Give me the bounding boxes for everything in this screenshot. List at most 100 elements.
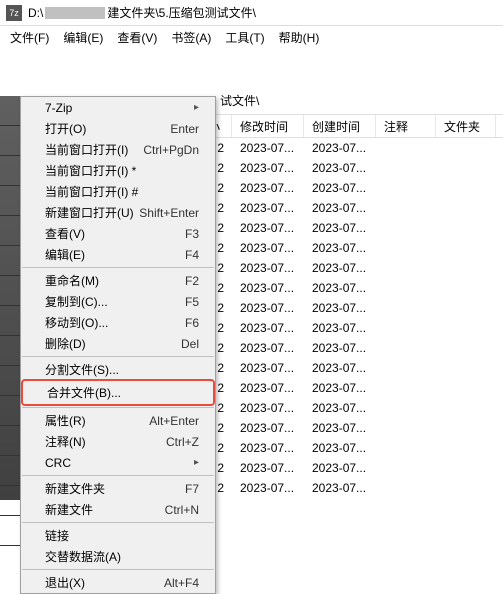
strip-cell xyxy=(0,96,20,126)
strip-cell xyxy=(0,246,20,276)
cell-created: 2023-07... xyxy=(304,301,376,315)
menu-item[interactable]: CRC xyxy=(21,452,215,473)
menu-item-shortcut: F5 xyxy=(185,295,199,309)
menu-item[interactable]: 新建文件Ctrl+N xyxy=(21,499,215,520)
menu-item-shortcut: Del xyxy=(181,337,199,351)
menu-item[interactable]: 退出(X) Alt+F4 xyxy=(21,572,215,593)
table-row[interactable]: 22023-07...2023-07... xyxy=(188,398,503,418)
table-row[interactable]: 22023-07...2023-07... xyxy=(188,458,503,478)
cell-modified: 2023-07... xyxy=(232,421,304,435)
menu-item[interactable]: 打开(O) Enter xyxy=(21,118,215,139)
cell-created: 2023-07... xyxy=(304,381,376,395)
redacted-segment xyxy=(45,7,105,19)
table-row[interactable]: 22023-07...2023-07... xyxy=(188,338,503,358)
table-row[interactable]: 22023-07...2023-07... xyxy=(188,418,503,438)
menu-item-label: 注释(N) xyxy=(45,433,86,450)
menu-item-label: 退出(X) xyxy=(45,574,85,591)
cell-modified: 2023-07... xyxy=(232,141,304,155)
cell-modified: 2023-07... xyxy=(232,361,304,375)
table-row[interactable]: 22023-07...2023-07... xyxy=(188,438,503,458)
menu-item-shortcut: F4 xyxy=(185,248,199,262)
strip-cell xyxy=(0,186,20,216)
strip-cell xyxy=(0,516,20,546)
table-row[interactable]: 22023-07...2023-07... xyxy=(188,258,503,278)
menu-item[interactable]: 交替数据流(A) xyxy=(21,546,215,567)
strip-cell xyxy=(0,366,20,396)
menu-item[interactable]: 编辑(E)F4 xyxy=(21,244,215,265)
cell-created: 2023-07... xyxy=(304,321,376,335)
strip-cell xyxy=(0,486,20,516)
column-header[interactable]: 创建时间 xyxy=(304,115,376,137)
menu-help[interactable]: 帮助(H) xyxy=(273,27,326,48)
menu-view[interactable]: 查看(V) xyxy=(111,27,163,48)
cell-created: 2023-07... xyxy=(304,241,376,255)
cell-modified: 2023-07... xyxy=(232,221,304,235)
menu-item[interactable]: 当前窗口打开(I)Ctrl+PgDn xyxy=(21,139,215,160)
cell-created: 2023-07... xyxy=(304,401,376,415)
column-header-row: 大小修改时间创建时间注释文件夹 xyxy=(188,114,503,138)
menu-item-label: 打开(O) xyxy=(45,120,86,137)
path-bar-fragment: 试文件\ xyxy=(220,92,259,109)
menu-edit[interactable]: 编辑(E) xyxy=(57,27,109,48)
menu-item[interactable]: 新建窗口打开(U)Shift+Enter xyxy=(21,202,215,223)
menu-item[interactable]: 删除(D)Del xyxy=(21,333,215,354)
menu-item-label: 属性(R) xyxy=(45,412,86,429)
menu-item[interactable]: 分割文件(S)... xyxy=(21,359,215,380)
menu-item-shortcut: F6 xyxy=(185,316,199,330)
path-prefix: D:\ xyxy=(28,6,43,20)
menu-item[interactable]: 链接 xyxy=(21,525,215,546)
menu-item[interactable]: 合并文件(B)... xyxy=(23,382,213,403)
file-list: 22023-07...2023-07...22023-07...2023-07.… xyxy=(188,138,503,500)
menu-item-shortcut: Enter xyxy=(170,122,199,136)
strip-cell xyxy=(0,396,20,426)
cell-created: 2023-07... xyxy=(304,461,376,475)
cell-created: 2023-07... xyxy=(304,201,376,215)
menu-item[interactable]: 当前窗口打开(I) # xyxy=(21,181,215,202)
path-suffix: 建文件夹\5.压缩包测试文件\ xyxy=(107,4,256,21)
menu-separator xyxy=(22,407,214,408)
cell-created: 2023-07... xyxy=(304,441,376,455)
menu-separator xyxy=(22,267,214,268)
table-row[interactable]: 22023-07...2023-07... xyxy=(188,218,503,238)
cell-modified: 2023-07... xyxy=(232,401,304,415)
table-row[interactable]: 22023-07...2023-07... xyxy=(188,478,503,498)
menu-item[interactable]: 重命名(M)F2 xyxy=(21,270,215,291)
menu-item[interactable]: 7-Zip xyxy=(21,97,215,118)
menu-item[interactable]: 当前窗口打开(I) * xyxy=(21,160,215,181)
column-header[interactable]: 注释 xyxy=(376,115,436,137)
strip-cell xyxy=(0,336,20,366)
table-row[interactable]: 22023-07...2023-07... xyxy=(188,298,503,318)
cell-modified: 2023-07... xyxy=(232,281,304,295)
menu-item-shortcut: Alt+F4 xyxy=(164,576,199,590)
menu-item[interactable]: 新建文件夹F7 xyxy=(21,478,215,499)
table-row[interactable]: 22023-07...2023-07... xyxy=(188,198,503,218)
menu-item[interactable]: 注释(N)Ctrl+Z xyxy=(21,431,215,452)
table-row[interactable]: 22023-07...2023-07... xyxy=(188,238,503,258)
menu-tools[interactable]: 工具(T) xyxy=(219,27,270,48)
menu-item-shortcut: Alt+Enter xyxy=(149,414,199,428)
menu-separator xyxy=(22,356,214,357)
cell-created: 2023-07... xyxy=(304,261,376,275)
table-row[interactable]: 22023-07...2023-07... xyxy=(188,318,503,338)
menu-file[interactable]: 文件(F) xyxy=(4,27,55,48)
menu-item[interactable]: 查看(V)F3 xyxy=(21,223,215,244)
column-header[interactable]: 文件夹 xyxy=(436,115,496,137)
table-row[interactable]: 22023-07...2023-07... xyxy=(188,178,503,198)
menu-item[interactable]: 移动到(O)...F6 xyxy=(21,312,215,333)
menu-item[interactable]: 属性(R) Alt+Enter xyxy=(21,410,215,431)
table-row[interactable]: 22023-07...2023-07... xyxy=(188,138,503,158)
menu-item-shortcut: Shift+Enter xyxy=(139,206,199,220)
menu-item[interactable]: 复制到(C)...F5 xyxy=(21,291,215,312)
cell-modified: 2023-07... xyxy=(232,161,304,175)
table-row[interactable]: 22023-07...2023-07... xyxy=(188,378,503,398)
table-row[interactable]: 22023-07...2023-07... xyxy=(188,358,503,378)
table-row[interactable]: 22023-07...2023-07... xyxy=(188,158,503,178)
menu-separator xyxy=(22,522,214,523)
menu-bookmarks[interactable]: 书签(A) xyxy=(165,27,217,48)
cell-modified: 2023-07... xyxy=(232,321,304,335)
column-header[interactable]: 修改时间 xyxy=(232,115,304,137)
table-row[interactable]: 22023-07...2023-07... xyxy=(188,278,503,298)
cell-created: 2023-07... xyxy=(304,481,376,495)
menu-item-label: 链接 xyxy=(45,527,69,544)
cell-modified: 2023-07... xyxy=(232,441,304,455)
